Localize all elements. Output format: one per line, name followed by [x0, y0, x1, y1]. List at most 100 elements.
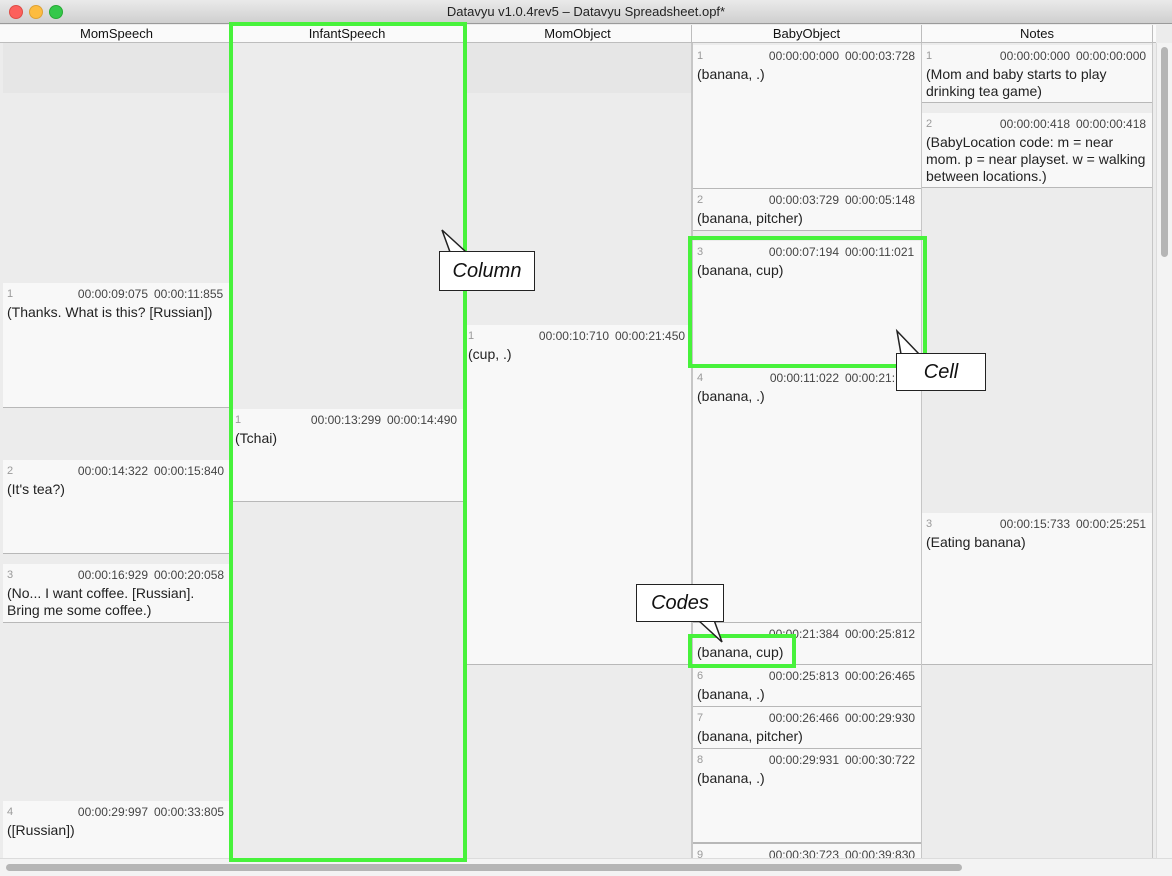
cell[interactable]: 3 00:00:15:733 00:00:25:251 (Eating bana… [922, 513, 1152, 665]
cell-codes[interactable]: (banana, cup) [697, 644, 917, 661]
cell-callout: Cell [896, 353, 986, 391]
horizontal-scrollbar[interactable] [0, 858, 1172, 876]
cell-codes[interactable]: (BabyLocation code: m = near mom. p = ne… [926, 134, 1148, 185]
cell-ordinal: 3 [926, 518, 932, 530]
cell-offset[interactable]: 00:00:29:930 [845, 711, 921, 725]
cell-onset[interactable]: 00:00:00:000 [769, 49, 839, 63]
cell-codes[interactable]: (banana, pitcher) [697, 210, 917, 227]
cell-codes[interactable]: (banana, .) [697, 686, 917, 703]
cell-ordinal: 4 [697, 372, 703, 384]
window-title: Datavyu v1.0.4rev5 – Datavyu Spreadsheet… [0, 4, 1172, 19]
cell[interactable]: 2 00:00:14:322 00:00:15:840 (It's tea?) [3, 460, 230, 554]
column-momobject: 1 00:00:10:710 00:00:21:450 (cup, .) [464, 43, 692, 858]
cell-onset[interactable]: 00:00:14:322 [78, 464, 148, 478]
cell-onset[interactable]: 00:00:21:384 [769, 627, 839, 641]
cell[interactable]: 3 00:00:16:929 00:00:20:058 (No... I wan… [3, 564, 230, 623]
cell-offset[interactable]: 00:00:20:058 [154, 568, 230, 582]
cell-ordinal: 2 [697, 194, 703, 206]
cell-onset[interactable]: 00:00:26:466 [769, 711, 839, 725]
cell-onset[interactable]: 00:00:13:299 [311, 413, 381, 427]
cell-codes[interactable]: (It's tea?) [7, 481, 226, 498]
cell-codes[interactable]: (Tchai) [235, 430, 459, 447]
column-header-row: MomSpeech InfantSpeech MomObject BabyObj… [0, 25, 1156, 43]
cell[interactable]: 8 00:00:29:931 00:00:30:722 (banana, .) [693, 749, 921, 843]
cell-onset[interactable]: 00:00:30:723 [769, 848, 839, 858]
column-header-momobject[interactable]: MomObject [464, 25, 692, 42]
vertical-scrollbar[interactable] [1156, 43, 1172, 858]
title-bar: Datavyu v1.0.4rev5 – Datavyu Spreadsheet… [0, 0, 1172, 24]
cell-offset[interactable]: 00:00:11:021 [845, 245, 921, 259]
cell-ordinal: 2 [7, 465, 13, 477]
cell-onset[interactable]: 00:00:10:710 [539, 329, 609, 343]
horizontal-scroll-thumb[interactable] [6, 864, 962, 871]
cell-onset[interactable]: 00:00:15:733 [1000, 517, 1070, 531]
cell-codes[interactable]: ([Russian]) [7, 822, 226, 839]
cell-offset[interactable]: 00:00:00:418 [1076, 117, 1152, 131]
cell[interactable]: 1 00:00:00:000 00:00:03:728 (banana, .) [693, 45, 921, 189]
cell-offset[interactable]: 00:00:39:830 [845, 848, 921, 858]
cell-codes[interactable]: (Eating banana) [926, 534, 1148, 551]
empty-region [464, 43, 691, 93]
cell[interactable]: 1 00:00:13:299 00:00:14:490 (Tchai) [231, 409, 463, 502]
cell-onset[interactable]: 00:00:29:997 [78, 805, 148, 819]
cell-ordinal: 1 [697, 50, 703, 62]
column-header-momspeech[interactable]: MomSpeech [3, 25, 231, 42]
codes-callout: Codes [636, 584, 724, 622]
cell-onset[interactable]: 00:00:16:929 [78, 568, 148, 582]
column-momspeech: 1 00:00:09:075 00:00:11:855 (Thanks. Wha… [3, 43, 231, 858]
cell-onset[interactable]: 00:00:09:075 [78, 287, 148, 301]
cell-offset[interactable]: 00:00:11:855 [154, 287, 230, 301]
cell-codes[interactable]: (banana, pitcher) [697, 728, 917, 745]
cell-offset[interactable]: 00:00:26:465 [845, 669, 921, 683]
cell-codes[interactable]: (banana, .) [697, 66, 917, 83]
cell-codes[interactable]: (Thanks. What is this? [Russian]) [7, 304, 226, 321]
cell-offset[interactable]: 00:00:00:000 [1076, 49, 1152, 63]
cell-codes[interactable]: (banana, cup) [697, 262, 917, 279]
column-header-notes[interactable]: Notes [922, 25, 1153, 42]
cell[interactable]: 2 00:00:00:418 00:00:00:418 (BabyLocatio… [922, 113, 1152, 188]
cell[interactable]: 6 00:00:25:813 00:00:26:465 (banana, .) [693, 665, 921, 707]
column-babyobject: 1 00:00:00:000 00:00:03:728 (banana, .) … [692, 43, 922, 858]
cell-offset[interactable]: 00:00:25:251 [1076, 517, 1152, 531]
cell[interactable]: 1 00:00:00:000 00:00:00:000 (Mom and bab… [922, 45, 1152, 103]
cell-codes[interactable]: (Mom and baby starts to play drinking te… [926, 66, 1148, 100]
cell-offset[interactable]: 00:00:05:148 [845, 193, 921, 207]
cell[interactable]: 1 00:00:09:075 00:00:11:855 (Thanks. Wha… [3, 283, 230, 408]
cell[interactable]: 2 00:00:03:729 00:00:05:148 (banana, pit… [693, 189, 921, 231]
cell-offset[interactable]: 00:00:03:728 [845, 49, 921, 63]
cell[interactable]: 3 00:00:07:194 00:00:11:021 (banana, cup… [693, 241, 921, 367]
column-header-infantspeech[interactable]: InfantSpeech [231, 25, 464, 42]
cell[interactable]: 9 00:00:30:723 00:00:39:830 [693, 843, 921, 858]
cell-codes[interactable]: (No... I want coffee. [Russian]. Bring m… [7, 585, 226, 619]
empty-region [3, 43, 230, 93]
cell-onset[interactable]: 00:00:00:000 [1000, 49, 1070, 63]
cell-ordinal: 7 [697, 712, 703, 724]
cell-codes[interactable]: (banana, .) [697, 388, 917, 405]
cell-ordinal: 1 [926, 50, 932, 62]
cell-offset[interactable]: 00:00:21:450 [615, 329, 691, 343]
column-notes: 1 00:00:00:000 00:00:00:000 (Mom and bab… [922, 43, 1153, 858]
cell-onset[interactable]: 00:00:29:931 [769, 753, 839, 767]
cell-onset[interactable]: 00:00:03:729 [769, 193, 839, 207]
cell[interactable]: 4 00:00:29:997 00:00:33:805 ([Russian]) [3, 801, 230, 858]
cell-offset[interactable]: 00:00:33:805 [154, 805, 230, 819]
cell-onset[interactable]: 00:00:11:022 [770, 371, 839, 385]
cell-offset[interactable]: 00:00:15:840 [154, 464, 230, 478]
vertical-scroll-thumb[interactable] [1161, 47, 1168, 257]
cell-ordinal: 3 [697, 246, 703, 258]
cell-ordinal: 3 [7, 569, 13, 581]
cell-onset[interactable]: 00:00:07:194 [769, 245, 839, 259]
cell-onset[interactable]: 00:00:00:418 [1000, 117, 1070, 131]
cell-offset[interactable]: 00:00:14:490 [387, 413, 463, 427]
cell-onset[interactable]: 00:00:25:813 [769, 669, 839, 683]
cell-offset[interactable]: 00:00:25:812 [845, 627, 921, 641]
cell[interactable]: 4 00:00:11:022 00:00:21: (banana, .) [693, 367, 921, 623]
cell-codes[interactable]: (banana, .) [697, 770, 917, 787]
cell-ordinal: 9 [697, 849, 703, 858]
cell-ordinal: 1 [7, 288, 13, 300]
cell[interactable]: 00:00:21:384 00:00:25:812 (banana, cup) [693, 623, 921, 665]
cell[interactable]: 7 00:00:26:466 00:00:29:930 (banana, pit… [693, 707, 921, 749]
column-header-babyobject[interactable]: BabyObject [692, 25, 922, 42]
cell-offset[interactable]: 00:00:30:722 [845, 753, 921, 767]
cell-codes[interactable]: (cup, .) [468, 346, 687, 363]
